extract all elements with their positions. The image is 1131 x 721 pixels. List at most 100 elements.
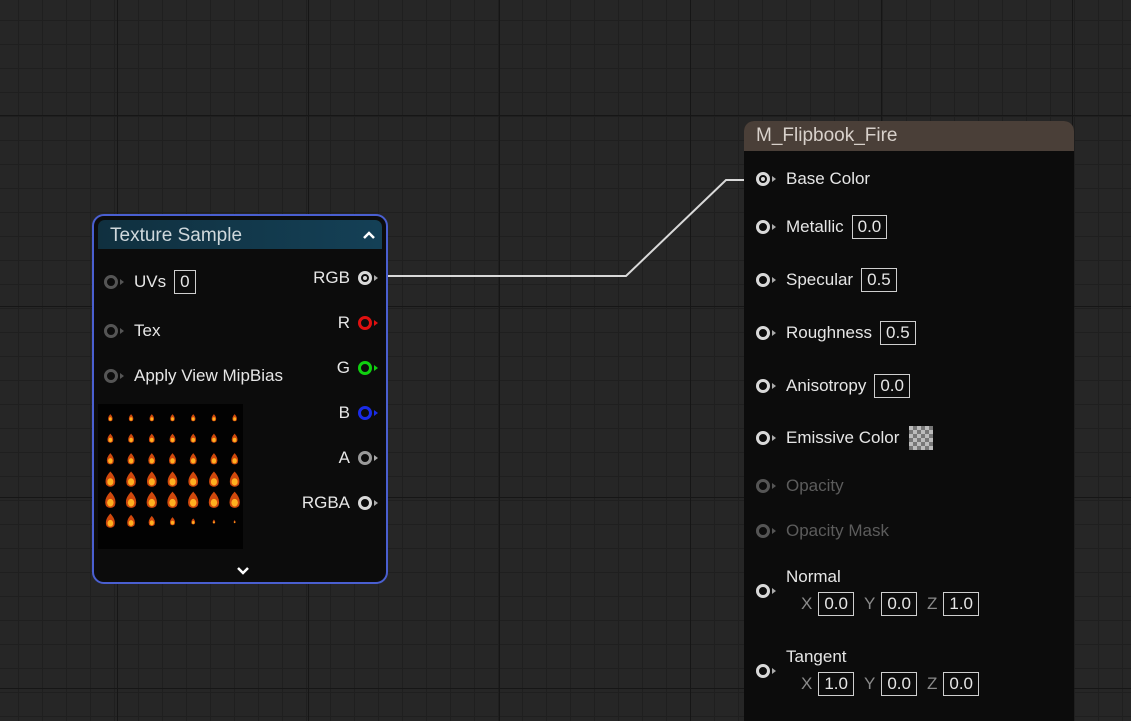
tangent-pin[interactable]: [756, 664, 770, 678]
pin-arrow-icon: [374, 320, 378, 326]
flame-sprite: [146, 471, 157, 487]
flame-sprite: [190, 433, 197, 443]
r-output-pin[interactable]: [358, 316, 372, 330]
base-color-label: Base Color: [786, 169, 871, 188]
tangent-pin-row: [756, 664, 776, 678]
emissive-color-swatch[interactable]: [909, 426, 934, 450]
flame-sprite: [105, 471, 116, 487]
roughness-label: Roughness: [786, 323, 873, 342]
flame-sprite: [105, 491, 116, 508]
roughness-pin[interactable]: [756, 326, 770, 340]
texture-sample-node[interactable]: Texture Sample UVs 0 Tex Apply View MipB…: [92, 214, 388, 584]
uvs-label: UVs: [134, 272, 167, 291]
flame-sprite: [190, 414, 196, 422]
texture-sample-header[interactable]: Texture Sample: [98, 220, 382, 249]
emissive-color-pin[interactable]: [756, 431, 770, 445]
b-output-pin[interactable]: [358, 406, 372, 420]
anisotropy-pin[interactable]: [756, 379, 770, 393]
normal-y-input[interactable]: 0.0: [881, 592, 917, 616]
flame-sprite: [229, 491, 240, 508]
flame-sprite: [125, 491, 137, 508]
rgba-output-pin[interactable]: [358, 496, 372, 510]
normal-pin[interactable]: [756, 584, 770, 598]
pin-arrow-icon: [772, 224, 776, 230]
flame-sprite: [191, 518, 196, 525]
pin-arrow-icon: [374, 410, 378, 416]
pin-arrow-icon: [374, 275, 378, 281]
uvs-value-input[interactable]: 0: [174, 270, 196, 294]
g-output-pin[interactable]: [358, 361, 372, 375]
flame-sprite: [169, 517, 176, 526]
normal-z-input[interactable]: 1.0: [943, 592, 979, 616]
rgba-label: RGBA: [301, 493, 350, 512]
tex-input-pin[interactable]: [104, 324, 118, 338]
normal-pin-row: [756, 584, 776, 598]
flame-sprite: [209, 471, 219, 487]
flame-sprite: [108, 414, 113, 422]
base-color-pin[interactable]: [756, 172, 770, 186]
a-output-pin[interactable]: [358, 451, 372, 465]
material-header[interactable]: M_Flipbook_Fire: [744, 121, 1074, 151]
tex-label: Tex: [134, 321, 161, 340]
rgba-output-row: RGBA: [302, 491, 378, 515]
flame-sprite: [211, 433, 217, 443]
pin-arrow-icon: [120, 328, 124, 334]
flame-sprite: [128, 433, 134, 443]
flame-sprite: [170, 414, 175, 422]
flame-sprite: [208, 491, 220, 508]
tangent-vector-fields: X 1.0 Y 0.0 Z 0.0: [801, 672, 989, 696]
flame-sprite: [169, 433, 176, 443]
tangent-z-axis-label: Z: [926, 674, 938, 693]
b-output-row: B: [339, 401, 378, 425]
chevron-down-icon[interactable]: [235, 563, 251, 579]
chevron-up-icon[interactable]: [360, 226, 378, 244]
uvs-input-pin[interactable]: [104, 275, 118, 289]
normal-x-axis-label: X: [801, 594, 813, 613]
flame-sprite: [148, 433, 155, 443]
rgb-output-pin[interactable]: [358, 271, 372, 285]
flame-sprite: [146, 491, 157, 508]
normal-label: Normal: [786, 567, 841, 586]
emissive-color-row: Emissive Color: [756, 426, 934, 450]
pin-arrow-icon: [374, 365, 378, 371]
metallic-pin[interactable]: [756, 220, 770, 234]
tangent-y-input[interactable]: 0.0: [881, 672, 917, 696]
specular-label: Specular: [786, 270, 854, 289]
tangent-y-axis-label: Y: [863, 674, 876, 693]
flame-sprite: [211, 414, 217, 422]
normal-y-axis-label: Y: [863, 594, 876, 613]
rgb-to-base-color-wire[interactable]: [380, 179, 750, 277]
material-result-node[interactable]: M_Flipbook_Fire Base Color Metallic 0.0 …: [744, 121, 1074, 721]
tangent-z-input[interactable]: 0.0: [943, 672, 979, 696]
flame-sprite: [127, 514, 135, 527]
tangent-x-input[interactable]: 1.0: [818, 672, 854, 696]
specular-pin[interactable]: [756, 273, 770, 287]
flame-sprite: [188, 491, 199, 508]
flame-sprite: [106, 453, 114, 465]
tex-input-row: Tex: [104, 319, 160, 343]
base-color-row: Base Color: [756, 169, 870, 189]
node-title: M_Flipbook_Fire: [756, 125, 898, 146]
metallic-value-input[interactable]: 0.0: [851, 215, 888, 239]
b-label: B: [338, 403, 350, 422]
flame-sprite: [148, 515, 155, 527]
pin-arrow-icon: [374, 455, 378, 461]
flame-sprite: [210, 453, 218, 465]
pin-arrow-icon: [772, 588, 776, 594]
node-title: Texture Sample: [110, 225, 243, 246]
rgb-output-row: RGB: [313, 266, 378, 290]
rgb-label: RGB: [313, 268, 350, 287]
flame-sprite: [128, 414, 134, 422]
opacity-mask-label: Opacity Mask: [786, 521, 889, 540]
r-label: R: [337, 313, 350, 332]
r-output-row: R: [338, 311, 378, 335]
normal-x-input[interactable]: 0.0: [818, 592, 854, 616]
texture-preview-thumbnail[interactable]: [98, 404, 243, 549]
opacity-label: Opacity: [786, 476, 844, 495]
mipbias-input-pin[interactable]: [104, 369, 118, 383]
specular-value-input[interactable]: 0.5: [861, 268, 897, 292]
tangent-x-axis-label: X: [801, 674, 813, 693]
anisotropy-value-input[interactable]: 0.0: [874, 374, 910, 398]
pin-arrow-icon: [772, 528, 776, 534]
roughness-value-input[interactable]: 0.5: [880, 321, 916, 345]
